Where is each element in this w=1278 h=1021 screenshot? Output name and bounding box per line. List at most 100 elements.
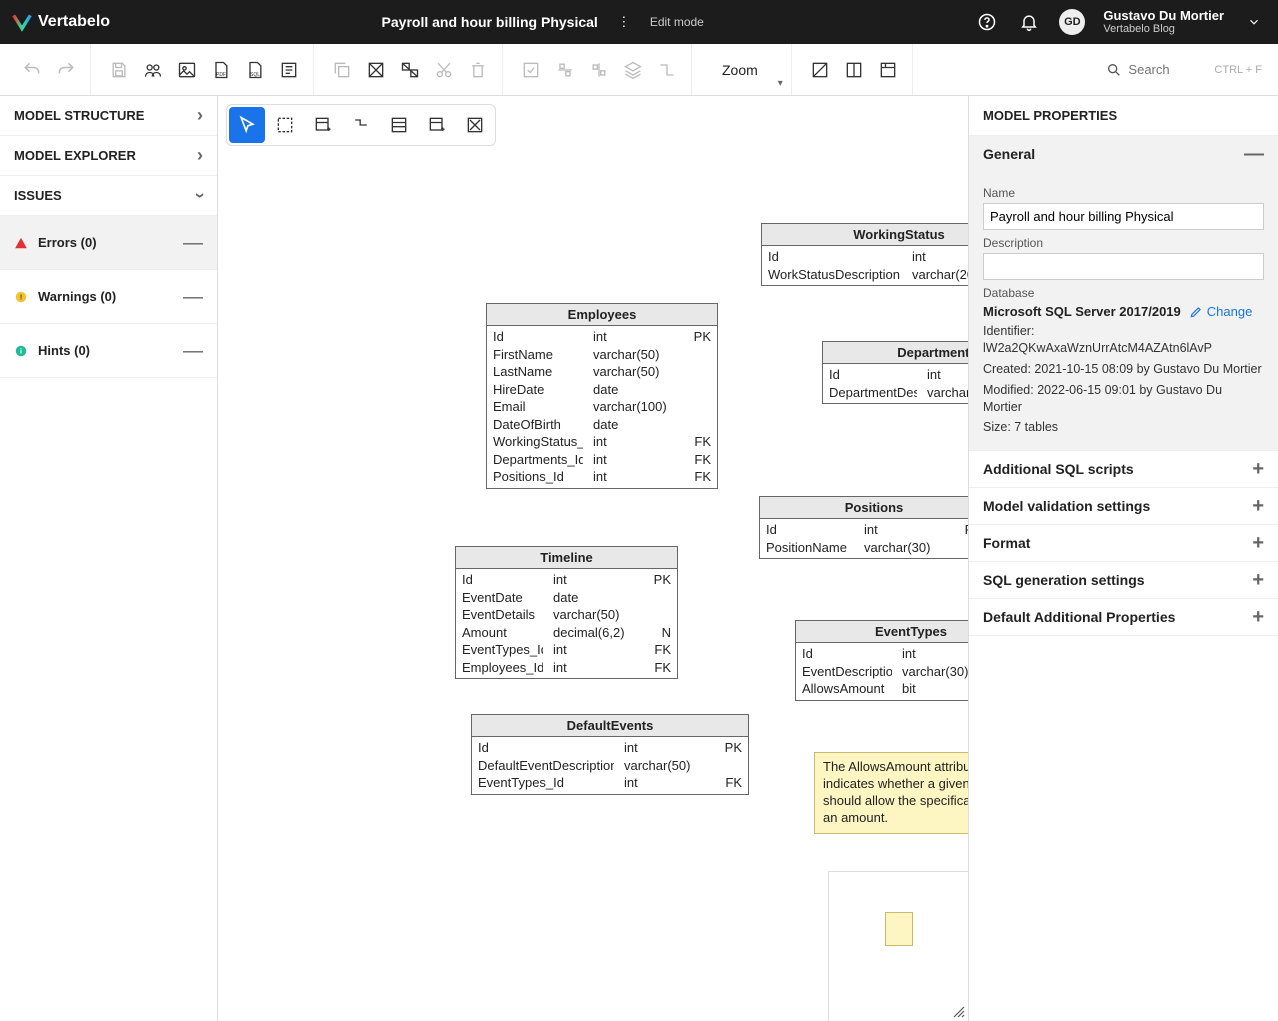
view-2-button[interactable] [838, 54, 870, 86]
export-image-button[interactable] [171, 54, 203, 86]
canvas[interactable]: Employees IdintPKFirstNamevarchar(50)Las… [218, 96, 968, 1021]
column-row[interactable]: EventTypes_IdintFK [478, 774, 742, 792]
column-row[interactable]: HireDatedate [493, 381, 711, 399]
align-v-button[interactable] [583, 54, 615, 86]
route-button[interactable] [651, 54, 683, 86]
grid-button[interactable] [360, 54, 392, 86]
column-row[interactable]: PositionNamevarchar(30) [766, 539, 968, 557]
description-input[interactable] [983, 253, 1264, 280]
column-row[interactable]: EventTypes_IdintFK [462, 641, 671, 659]
add-view-tool[interactable] [381, 107, 417, 143]
column-row[interactable]: IdintPK [768, 248, 968, 266]
bell-icon[interactable] [1017, 10, 1041, 34]
column-row[interactable]: Emailvarchar(100) [493, 398, 711, 416]
model-menu-icon[interactable]: ⋮ [612, 10, 636, 34]
column-row[interactable]: IdintPK [802, 645, 968, 663]
column-row[interactable]: IdintPK [493, 328, 711, 346]
user-chevron-icon[interactable] [1242, 10, 1266, 34]
column-row[interactable]: DateOfBirthdate [493, 416, 711, 434]
undo-button[interactable] [16, 54, 48, 86]
delete-button[interactable] [462, 54, 494, 86]
column-row[interactable]: Departments_IdintFK [493, 451, 711, 469]
column-row[interactable]: DefaultEventDescriptionvarchar(50) [478, 757, 742, 775]
add-relation-tool[interactable] [343, 107, 379, 143]
view-3-button[interactable] [872, 54, 904, 86]
column-row[interactable]: WorkingStatus_IdintFK [493, 433, 711, 451]
expand-icon[interactable]: + [1252, 612, 1264, 622]
issues-section[interactable]: ISSUES [0, 176, 217, 216]
hints-row[interactable]: i Hints (0) — [0, 324, 217, 378]
zoom-chevron-icon[interactable]: ▾ [778, 78, 783, 89]
export-xml-button[interactable] [273, 54, 305, 86]
name-input[interactable] [983, 203, 1264, 230]
zoom-label[interactable]: Zoom [704, 62, 776, 78]
search-input[interactable] [1128, 62, 1208, 77]
column-row[interactable]: FirstNamevarchar(50) [493, 346, 711, 364]
layers-button[interactable] [617, 54, 649, 86]
entity-eventtypes[interactable]: EventTypes IdintPKEventDescriptionvarcha… [795, 620, 968, 701]
format-section[interactable]: Format+ [969, 525, 1278, 561]
column-row[interactable]: LastNamevarchar(50) [493, 363, 711, 381]
column-row[interactable]: Amountdecimal(6,2)N [462, 624, 671, 642]
select-tool[interactable] [229, 107, 265, 143]
export-pdf-button[interactable]: PDF [205, 54, 237, 86]
canvas-note[interactable]: The AllowsAmount attribute indicates whe… [814, 752, 968, 834]
entity-departments[interactable]: Departments IdintPKDepartmentDescripvarc… [822, 341, 968, 404]
help-icon[interactable] [975, 10, 999, 34]
user-avatar[interactable]: GD [1059, 9, 1085, 35]
column-row[interactable]: AllowsAmountbit [802, 680, 968, 698]
add-table-tool[interactable] [305, 107, 341, 143]
column-row[interactable]: IdintPK [829, 366, 968, 384]
additional-sql-section[interactable]: Additional SQL scripts+ [969, 451, 1278, 487]
add-note-tool[interactable] [419, 107, 455, 143]
edit-mode-label[interactable]: Edit mode [650, 15, 704, 29]
collapse-icon[interactable]: — [183, 346, 203, 356]
default-props-section[interactable]: Default Additional Properties+ [969, 599, 1278, 635]
column-row[interactable]: EventDatedate [462, 589, 671, 607]
user-block[interactable]: Gustavo Du Mortier Vertabelo Blog [1103, 9, 1224, 35]
column-row[interactable]: IdintPK [462, 571, 671, 589]
column-row[interactable]: IdintPK [766, 521, 968, 539]
resize-handle-icon[interactable] [952, 1005, 966, 1019]
model-structure-section[interactable]: MODEL STRUCTURE [0, 96, 217, 136]
marquee-tool[interactable] [267, 107, 303, 143]
entity-positions[interactable]: Positions IdintPKPositionNamevarchar(30) [759, 496, 968, 559]
snap-button[interactable] [394, 54, 426, 86]
expand-icon[interactable]: + [1252, 575, 1264, 585]
entity-timeline[interactable]: Timeline IdintPKEventDatedateEventDetail… [455, 546, 678, 679]
warnings-row[interactable]: ! Warnings (0) — [0, 270, 217, 324]
export-sql-button[interactable]: SQL [239, 54, 271, 86]
column-row[interactable]: Positions_IdintFK [493, 468, 711, 486]
column-row[interactable]: WorkStatusDescriptionvarchar(20) [768, 266, 968, 284]
column-row[interactable]: Employees_IdintFK [462, 659, 671, 677]
validation-section[interactable]: Model validation settings+ [969, 488, 1278, 524]
entity-defaultevents[interactable]: DefaultEvents IdintPKDefaultEventDescrip… [471, 714, 749, 795]
change-database-link[interactable]: Change [1189, 304, 1253, 319]
entity-workingstatus[interactable]: WorkingStatus IdintPKWorkStatusDescripti… [761, 223, 968, 286]
sql-gen-section[interactable]: SQL generation settings+ [969, 562, 1278, 598]
cut-button[interactable] [428, 54, 460, 86]
errors-row[interactable]: Errors (0) — [0, 216, 217, 270]
copy-button[interactable] [326, 54, 358, 86]
minimap[interactable] [828, 871, 968, 1021]
brand-logo[interactable]: Vertabelo [12, 12, 110, 32]
view-1-button[interactable] [804, 54, 836, 86]
column-row[interactable]: DepartmentDescripvarchar(30) [829, 384, 968, 402]
expand-icon[interactable]: + [1252, 501, 1264, 511]
redo-button[interactable] [50, 54, 82, 86]
general-section-header[interactable]: General — [969, 136, 1278, 172]
column-row[interactable]: EventDescriptionvarchar(30) [802, 663, 968, 681]
align-check-button[interactable] [515, 54, 547, 86]
column-row[interactable]: IdintPK [478, 739, 742, 757]
expand-icon[interactable]: + [1252, 464, 1264, 474]
collapse-icon[interactable]: — [183, 292, 203, 302]
share-button[interactable] [137, 54, 169, 86]
entity-employees[interactable]: Employees IdintPKFirstNamevarchar(50)Las… [486, 303, 718, 489]
model-explorer-section[interactable]: MODEL EXPLORER [0, 136, 217, 176]
align-h-button[interactable] [549, 54, 581, 86]
collapse-icon[interactable]: — [183, 238, 203, 248]
expand-icon[interactable]: + [1252, 538, 1264, 548]
search-box[interactable]: CTRL + F [1098, 58, 1270, 82]
add-area-tool[interactable] [457, 107, 493, 143]
collapse-icon[interactable]: — [1244, 149, 1264, 159]
